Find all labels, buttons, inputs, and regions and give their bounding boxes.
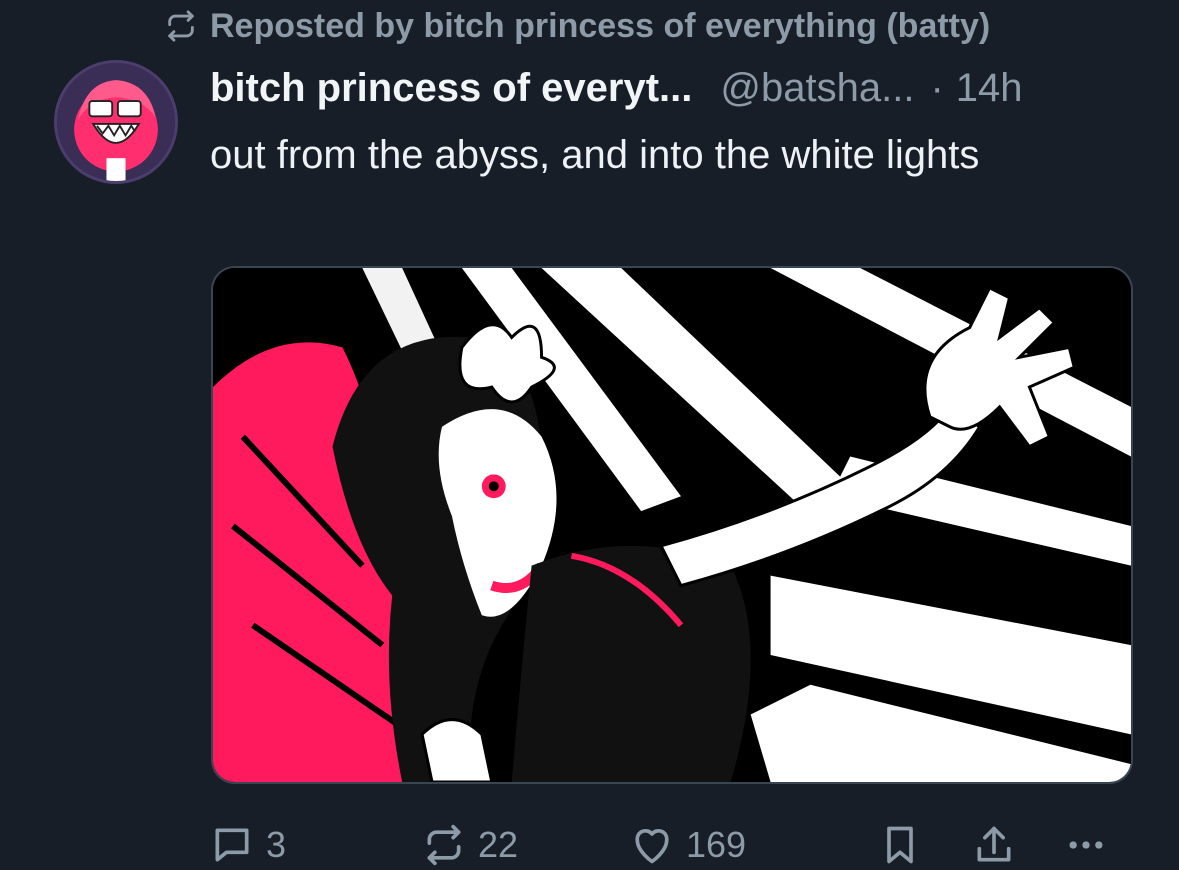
post-text: out from the abyss, and into the white l… <box>210 133 980 177</box>
display-name[interactable]: bitch princess of everyt... <box>210 66 692 111</box>
illustration-image <box>213 268 1131 782</box>
repost-icon <box>168 10 194 42</box>
like-button[interactable]: 169 <box>630 820 746 870</box>
post-timestamp[interactable]: 14h <box>956 66 1023 111</box>
reply-button[interactable]: 3 <box>210 820 286 870</box>
bookmark-button[interactable] <box>878 820 922 870</box>
repost-count: 22 <box>478 824 519 865</box>
avatar-image <box>57 63 175 181</box>
share-button[interactable] <box>972 820 1016 870</box>
repost-icon <box>427 824 461 866</box>
repost-banner[interactable]: Reposted by bitch princess of everything… <box>164 4 990 48</box>
reply-count: 3 <box>266 824 287 865</box>
separator-dot: · <box>930 65 944 110</box>
post-image[interactable] <box>211 266 1133 784</box>
more-button[interactable] <box>1064 820 1108 870</box>
like-icon <box>635 829 669 864</box>
more-icon <box>1069 841 1103 849</box>
repost-button[interactable]: 22 <box>422 820 518 870</box>
user-handle[interactable]: @batsha... <box>720 66 914 111</box>
reply-icon <box>215 828 249 862</box>
share-icon <box>977 826 1011 862</box>
avatar[interactable] <box>54 60 178 184</box>
action-bar: 3 22 169 <box>0 820 1179 870</box>
post-header: bitch princess of everyt... @batsha... ·… <box>210 62 1023 114</box>
repost-label: Reposted by bitch princess of everything… <box>210 6 991 45</box>
like-count: 169 <box>686 824 747 865</box>
bookmark-icon <box>887 826 913 864</box>
